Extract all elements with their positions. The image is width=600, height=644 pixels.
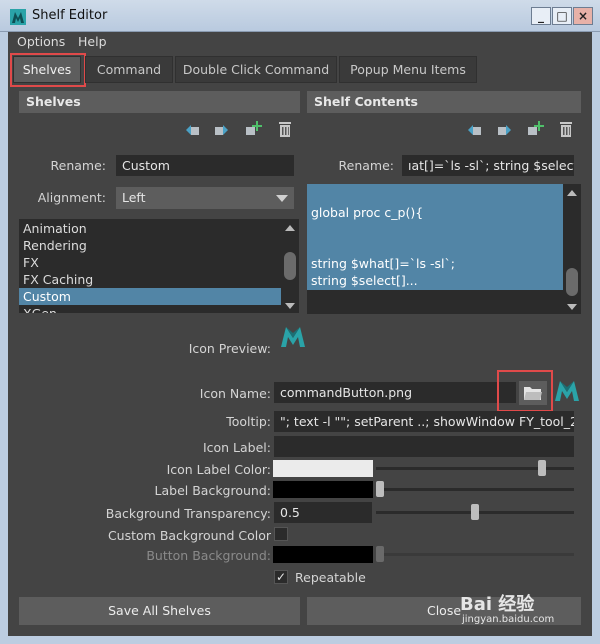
custom-bg-color-checkbox[interactable] — [274, 527, 288, 541]
bg-transparency-slider-handle[interactable] — [471, 504, 479, 520]
icon-name-label: Icon Name: — [199, 386, 271, 401]
code-line: global proc c_p(){ — [311, 205, 424, 220]
tab-popup-menu-items[interactable]: Popup Menu Items — [339, 56, 477, 83]
maya-logo-icon — [281, 327, 305, 347]
browse-highlight-box — [497, 370, 553, 412]
shelf-rename-input[interactable]: Custom — [116, 155, 294, 176]
add-item-icon[interactable] — [526, 119, 544, 137]
button-background-swatch — [273, 546, 373, 563]
label-background-slider-handle[interactable] — [376, 481, 384, 497]
trash-icon[interactable] — [557, 120, 575, 138]
minimize-button[interactable]: _ — [531, 7, 551, 25]
button-background-slider — [376, 553, 574, 556]
shelves-list[interactable]: Animation Rendering FX FX Caching Custom… — [19, 219, 281, 313]
menu-options[interactable]: Options — [17, 34, 65, 49]
move-up-icon[interactable] — [184, 121, 202, 139]
window-frame-bottom — [0, 636, 600, 644]
maya-logo-icon — [555, 381, 579, 401]
tooltip-label: Tooltip: — [226, 414, 271, 429]
move-down-icon[interactable] — [212, 121, 230, 139]
custom-bg-color-label: Custom Background Color — [107, 528, 271, 543]
list-item[interactable]: Rendering — [19, 237, 281, 254]
menu-help[interactable]: Help — [78, 34, 107, 49]
trash-icon[interactable] — [276, 120, 294, 138]
scroll-down-icon[interactable] — [285, 303, 295, 309]
scroll-up-icon[interactable] — [285, 225, 295, 231]
shelves-scroll-thumb[interactable] — [284, 252, 296, 280]
content-rename-label: Rename: — [338, 158, 394, 173]
code-line: string $what[]=`ls -sl`; — [311, 256, 455, 271]
button-background-label: Button Background: — [146, 548, 271, 563]
bg-transparency-input[interactable]: 0.5 — [274, 502, 372, 523]
list-item[interactable]: FX Caching — [19, 271, 281, 288]
button-background-slider-handle — [376, 546, 384, 562]
list-item[interactable]: FX — [19, 254, 281, 271]
icon-name-input[interactable]: commandButton.png — [274, 382, 516, 403]
bg-transparency-label: Background Transparency: — [105, 506, 271, 521]
list-item-selected[interactable]: Custom — [19, 288, 281, 305]
shelf-contents-list[interactable]: global proc c_p(){ string $what[]=`ls -s… — [307, 184, 563, 290]
save-all-shelves-button[interactable]: Save All Shelves — [19, 597, 300, 625]
label-background-label: Label Background: — [154, 483, 271, 498]
repeatable-label: Repeatable — [295, 570, 366, 585]
window-frame-left — [0, 32, 8, 644]
icon-label-color-swatch[interactable] — [273, 460, 373, 477]
tab-command[interactable]: Command — [85, 56, 173, 83]
tooltip-input[interactable]: "; text -l ""; setParent ..; showWindow … — [274, 411, 574, 432]
close-window-button[interactable]: × — [573, 7, 593, 25]
label-background-slider[interactable] — [376, 488, 574, 491]
scroll-down-icon[interactable] — [567, 304, 577, 310]
move-down-icon[interactable] — [495, 121, 513, 139]
list-item[interactable]: XGen — [19, 305, 281, 313]
icon-label-color-label: Icon Label Color: — [166, 462, 271, 477]
contents-scroll-thumb[interactable] — [566, 268, 578, 296]
scroll-up-icon[interactable] — [567, 190, 577, 196]
icon-label-label: Icon Label: — [202, 440, 271, 455]
list-item[interactable]: Animation — [19, 220, 281, 237]
icon-label-color-slider-handle[interactable] — [537, 460, 546, 476]
watermark-url: jingyan.baidu.com — [462, 614, 555, 625]
alignment-dropdown[interactable]: Left — [116, 187, 294, 209]
shelf-contents-header: Shelf Contents — [307, 91, 581, 113]
window-title: Shelf Editor — [32, 8, 108, 23]
add-shelf-icon[interactable] — [244, 119, 262, 137]
window-frame-right — [592, 32, 600, 644]
move-up-icon[interactable] — [466, 121, 484, 139]
code-line: string $select[]... — [311, 273, 418, 288]
label-background-swatch[interactable] — [273, 481, 373, 498]
content-rename-input[interactable]: ıat[]=`ls -sl`; string $select[]... — [402, 155, 574, 176]
tab-highlight-box — [10, 53, 86, 87]
shelf-rename-label: Rename: — [50, 158, 106, 173]
shelves-header: Shelves — [19, 91, 300, 113]
tab-double-click-command[interactable]: Double Click Command — [175, 56, 337, 83]
chevron-down-icon — [276, 195, 288, 202]
icon-label-input[interactable] — [274, 436, 574, 457]
alignment-value: Left — [122, 190, 146, 205]
watermark-logo: Bai 经验 — [460, 594, 535, 615]
repeatable-checkbox[interactable]: ✓ — [274, 570, 288, 584]
icon-preview-label: Icon Preview: — [188, 341, 271, 356]
maya-app-icon — [10, 9, 26, 25]
maximize-button[interactable]: □ — [552, 7, 572, 25]
contents-list-blank — [307, 290, 563, 314]
alignment-label: Alignment: — [37, 190, 106, 205]
